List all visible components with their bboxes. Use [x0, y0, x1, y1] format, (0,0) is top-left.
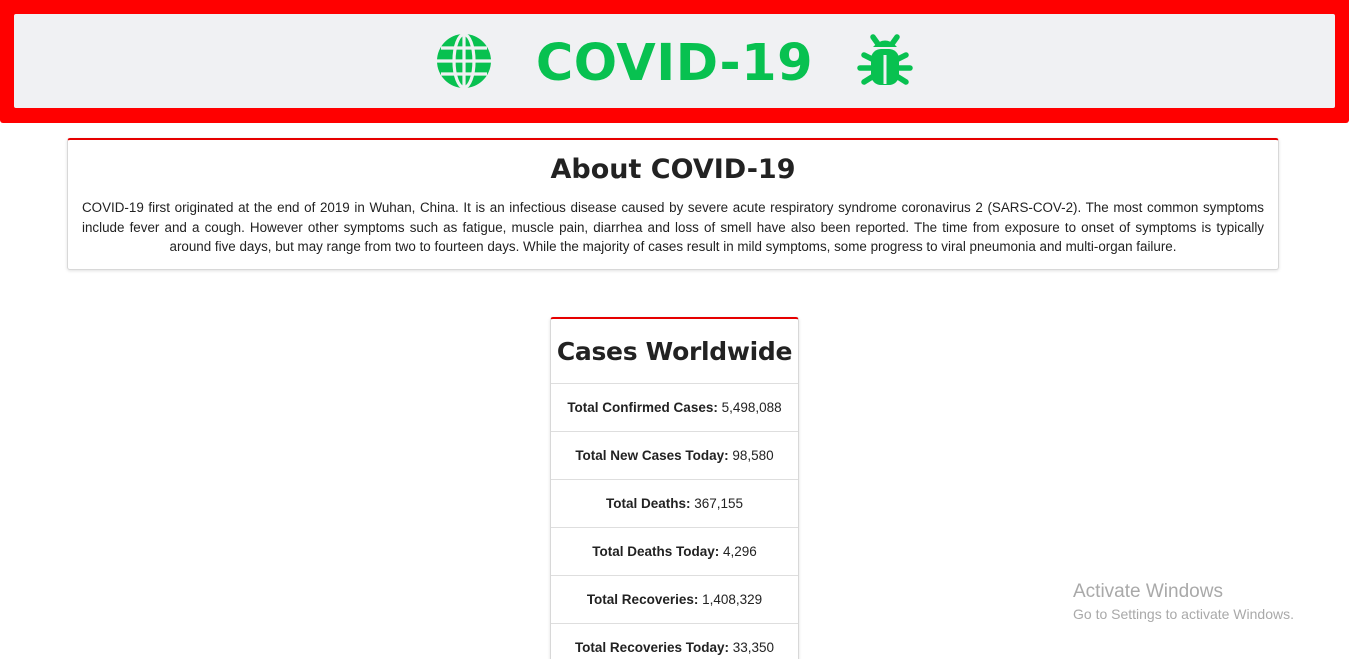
header-panel: COVID-19: [14, 14, 1335, 108]
stat-row-confirmed: Total Confirmed Cases: 5,498,088: [551, 384, 798, 432]
stat-label: Total Recoveries Today:: [574, 640, 729, 655]
stat-value: 5,498,088: [721, 400, 782, 415]
stat-label: Total Deaths Today:: [592, 544, 720, 559]
windows-activation-watermark: Activate Windows Go to Settings to activ…: [1073, 581, 1294, 624]
about-card: About COVID-19 COVID-19 first originated…: [67, 138, 1279, 270]
stat-value: 367,155: [694, 496, 744, 511]
stat-value: 33,350: [732, 640, 775, 655]
stat-row-new-cases: Total New Cases Today: 98,580: [551, 432, 798, 480]
watermark-subtitle: Go to Settings to activate Windows.: [1073, 606, 1294, 622]
stat-row-deaths: Total Deaths: 367,155: [551, 480, 798, 528]
stat-label: Total Deaths:: [605, 496, 691, 511]
stat-label: Total Recoveries:: [586, 592, 699, 607]
stat-row-deaths-today: Total Deaths Today: 4,296: [551, 528, 798, 576]
header-banner: COVID-19: [0, 0, 1349, 123]
stat-row-recoveries-today: Total Recoveries Today: 33,350: [551, 624, 798, 659]
about-description: COVID-19 first originated at the end of …: [82, 200, 1264, 254]
stat-row-recoveries: Total Recoveries: 1,408,329: [551, 576, 798, 624]
page-title: COVID-19: [535, 33, 814, 93]
watermark-title: Activate Windows: [1073, 581, 1223, 602]
stat-value: 1,408,329: [702, 592, 763, 607]
about-title: About COVID-19: [550, 154, 796, 185]
page: COVID-19 About COVID-19 COVID-19 first o…: [0, 0, 1352, 659]
globe-icon: [436, 33, 491, 89]
cases-title: Cases Worldwide: [551, 319, 798, 384]
bug-icon: [857, 34, 913, 85]
stat-value: 4,296: [722, 544, 757, 559]
stat-label: Total New Cases Today:: [575, 448, 729, 463]
cases-card: Cases Worldwide Total Confirmed Cases: 5…: [550, 317, 799, 659]
stat-value: 98,580: [732, 448, 774, 463]
stat-label: Total Confirmed Cases:: [567, 400, 718, 415]
